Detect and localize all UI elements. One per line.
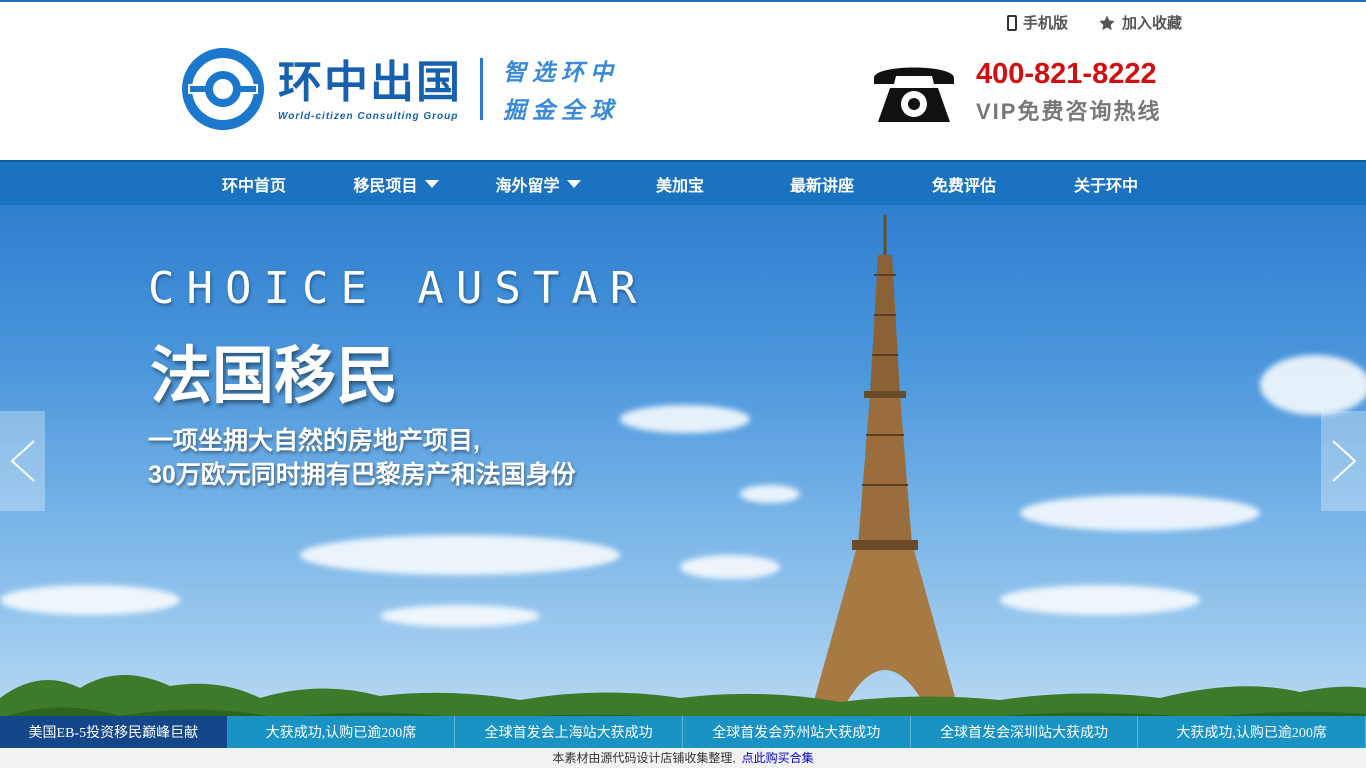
nav-label: 关于环中 [1073, 177, 1138, 195]
buy-collection-link[interactable]: 点此购买合集 [742, 751, 814, 765]
nav-item-study-abroad[interactable]: 海外留学 [467, 162, 609, 205]
nav-label: 免费评估 [931, 177, 996, 195]
caret-down-icon [424, 179, 439, 188]
add-favorite-label: 加入收藏 [1121, 15, 1182, 32]
banner-english-title: CHOICE AUSTAR [148, 263, 649, 314]
logo-divider [480, 58, 483, 120]
nav-item-home[interactable]: 环中首页 [183, 162, 325, 205]
caret-down-icon [566, 179, 581, 188]
slogan: 智选环中 掘金全球 [503, 53, 619, 125]
star-icon [1099, 15, 1115, 30]
cloud [1000, 585, 1200, 615]
logo-chinese-name: 环中出国 [278, 57, 462, 107]
site-logo[interactable]: 环中出国 World-citizen Consulting Group 智选环中… [182, 48, 619, 130]
banner-line-1: 一项坐拥大自然的房地产项目, [148, 427, 480, 455]
banner-title: 法国移民 [150, 342, 399, 411]
hotline-number: 400-821-8222 [976, 58, 1157, 90]
ticker-item[interactable]: 大获成功,认购已逾200席 [1138, 716, 1366, 748]
ticker-item[interactable]: 大获成功,认购已逾200席 [227, 716, 456, 748]
ticker-item[interactable]: 全球首发会苏州站大获成功 [682, 716, 911, 748]
cloud [300, 535, 620, 575]
ticker-item[interactable]: 全球首发会上海站大获成功 [455, 716, 683, 748]
nav-label: 最新讲座 [789, 177, 854, 195]
nav-item-seminars[interactable]: 最新讲座 [751, 162, 893, 205]
slogan-line-1: 智选环中 [503, 59, 619, 85]
nav-item-meijiabao[interactable]: 美加宝 [609, 162, 751, 205]
hotline: 400-821-8222 VIP免费咨询热线 [870, 56, 1161, 126]
cloud [620, 405, 750, 433]
cloud [1020, 495, 1260, 531]
add-favorite-link[interactable]: 加入收藏 [1098, 12, 1182, 33]
nav-label: 海外留学 [495, 177, 560, 195]
nav-label: 环中首页 [221, 177, 286, 195]
mobile-version-label: 手机版 [1022, 15, 1068, 32]
footer-note: 本素材由源代码设计店铺收集整理, 点此购买合集 [0, 748, 1366, 768]
prev-slide-button[interactable] [0, 411, 45, 511]
ticker-item[interactable]: 全球首发会深圳站大获成功 [910, 716, 1139, 748]
slogan-line-2: 掘金全球 [503, 97, 619, 123]
header: 手机版 加入收藏 环中出国 World-citizen Consulting G… [0, 2, 1366, 160]
footer-note-text: 本素材由源代码设计店铺收集整理, [552, 751, 736, 765]
cloud [1260, 355, 1366, 415]
telephone-icon [874, 67, 954, 122]
main-nav: 环中首页 移民项目 海外留学 美加宝 最新讲座 免费评估 关于环中 [0, 160, 1366, 205]
hero-banner[interactable]: CHOICE AUSTAR 法国移民 一项坐拥大自然的房地产项目, 30万欧元同… [0, 205, 1366, 748]
chevron-right-icon [1331, 440, 1356, 482]
logo-english-name: World-citizen Consulting Group [278, 110, 459, 122]
chevron-left-icon [10, 440, 35, 482]
ticker-item[interactable]: 美国EB-5投资移民巅峰巨献 [0, 716, 228, 748]
logo-mark-icon [182, 48, 264, 130]
news-ticker: 美国EB-5投资移民巅峰巨献 大获成功,认购已逾200席 全球首发会上海站大获成… [0, 716, 1366, 748]
top-links: 手机版 加入收藏 [1006, 12, 1182, 33]
nav-label: 移民项目 [353, 177, 418, 195]
hotline-label: VIP免费咨询热线 [976, 99, 1162, 124]
mobile-phone-icon [1006, 14, 1017, 31]
cloud [680, 555, 780, 579]
nav-item-free-assessment[interactable]: 免费评估 [893, 162, 1035, 205]
mobile-version-link[interactable]: 手机版 [1006, 12, 1068, 33]
nav-item-immigration[interactable]: 移民项目 [325, 162, 467, 205]
cloud [0, 585, 180, 615]
nav-item-about[interactable]: 关于环中 [1035, 162, 1177, 205]
next-slide-button[interactable] [1321, 411, 1366, 511]
cloud [380, 605, 540, 627]
banner-line-2: 30万欧元同时拥有巴黎房产和法国身份 [148, 461, 576, 489]
nav-label: 美加宝 [655, 177, 704, 195]
eiffel-tower-image [810, 215, 960, 715]
